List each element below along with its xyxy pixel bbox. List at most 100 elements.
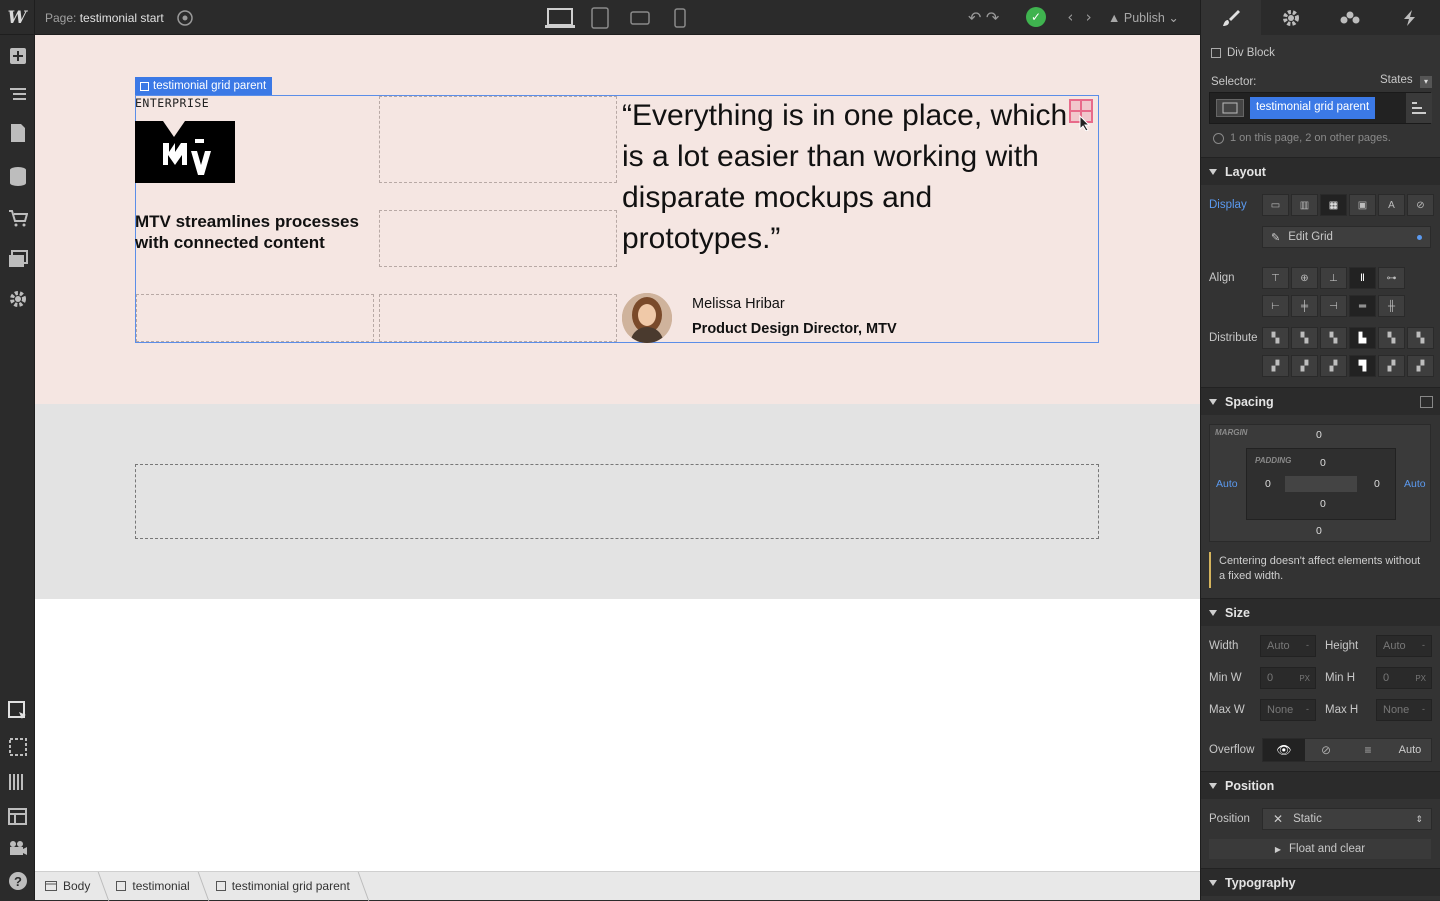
margin-right[interactable]: Auto xyxy=(1404,478,1426,490)
breadcrumb-body[interactable]: Body xyxy=(35,872,106,901)
height-unit[interactable]: - xyxy=(1422,640,1425,650)
overflow-visible-icon[interactable]: 👁 xyxy=(1263,739,1305,761)
person-name[interactable]: Melissa Hribar xyxy=(692,296,785,312)
person-avatar[interactable] xyxy=(622,293,672,343)
preview-layout-icon[interactable] xyxy=(6,805,29,828)
assets-icon[interactable] xyxy=(6,247,29,270)
position-section-header[interactable]: Position xyxy=(1201,771,1440,799)
settings-gear-icon[interactable] xyxy=(6,287,29,310)
selector-options-icon[interactable] xyxy=(1406,93,1432,123)
overflow-hidden-icon[interactable]: ⊘ xyxy=(1305,739,1347,761)
maxh-unit[interactable]: - xyxy=(1422,704,1425,714)
display-grid-icon[interactable]: ▦ xyxy=(1320,194,1347,216)
design-canvas[interactable]: testimonial grid parent ENTERPRISE MTV s… xyxy=(35,35,1200,871)
minw-unit[interactable]: PX xyxy=(1299,674,1310,683)
distribute-h-center-icon[interactable]: ▞ xyxy=(1291,355,1318,377)
settings-gear-icon[interactable] xyxy=(1261,0,1321,35)
typography-section-header[interactable]: Typography xyxy=(1201,868,1440,896)
distribute-h-around-icon[interactable]: ▞ xyxy=(1407,355,1434,377)
select-tool-icon[interactable] xyxy=(6,699,29,722)
align-end-icon[interactable]: ⊥ xyxy=(1320,267,1347,289)
pages-icon[interactable] xyxy=(6,121,29,144)
distribute-center-icon[interactable]: ▚ xyxy=(1291,327,1318,349)
empty-container[interactable] xyxy=(135,464,1099,539)
states-dropdown[interactable]: States xyxy=(1380,74,1413,86)
overflow-scroll-icon[interactable]: ≡ xyxy=(1347,739,1389,761)
style-brush-icon[interactable] xyxy=(1201,0,1261,35)
testimonial-quote[interactable]: “Everything is in one place, which is a … xyxy=(622,95,1092,259)
padding-bottom[interactable]: 0 xyxy=(1320,498,1326,510)
ecommerce-icon[interactable] xyxy=(6,206,29,229)
distribute-end-icon[interactable]: ▚ xyxy=(1320,327,1347,349)
edge-select-icon[interactable] xyxy=(6,735,29,758)
margin-top[interactable]: 0 xyxy=(1316,429,1322,441)
selector-class-chip[interactable]: testimonial grid parent xyxy=(1250,97,1376,119)
distribute-around-icon[interactable]: ▚ xyxy=(1407,327,1434,349)
distribute-stretch-icon[interactable]: ▙ xyxy=(1349,327,1376,349)
height-input[interactable]: Auto - xyxy=(1376,635,1432,657)
desktop-breakpoint-icon[interactable] xyxy=(540,0,580,35)
justify-baseline-icon[interactable]: ╫ xyxy=(1378,295,1405,317)
webflow-logo[interactable]: W xyxy=(0,0,35,35)
align-stretch-icon[interactable]: Ⅱ xyxy=(1349,267,1376,289)
maxw-unit[interactable]: - xyxy=(1306,704,1309,714)
justify-center-icon[interactable]: ╪ xyxy=(1291,295,1318,317)
spacing-section-header[interactable]: Spacing xyxy=(1201,387,1440,415)
position-select[interactable]: ✕ Static ⇕ xyxy=(1262,808,1432,830)
undo-redo-icons[interactable]: ↶ ↷ xyxy=(968,8,999,28)
width-unit[interactable]: - xyxy=(1306,640,1309,650)
grid-cell-empty[interactable] xyxy=(379,294,617,342)
display-none-icon[interactable]: ⊘ xyxy=(1407,194,1434,216)
page-selector[interactable]: Page: testimonial start xyxy=(45,11,164,25)
code-export-icon[interactable]: ‹ › xyxy=(1066,8,1093,26)
justify-end-icon[interactable]: ⊣ xyxy=(1320,295,1347,317)
distribute-h-between-icon[interactable]: ▞ xyxy=(1378,355,1405,377)
states-chevron-icon[interactable]: ▾ xyxy=(1420,76,1432,88)
size-section-header[interactable]: Size xyxy=(1201,598,1440,626)
distribute-h-start-icon[interactable]: ▞ xyxy=(1262,355,1289,377)
display-block-icon[interactable]: ▭ xyxy=(1262,194,1289,216)
minh-unit[interactable]: PX xyxy=(1415,674,1426,683)
cms-icon[interactable] xyxy=(6,164,29,187)
breadcrumb-testimonial[interactable]: testimonial xyxy=(106,872,205,901)
display-inline-icon[interactable]: A xyxy=(1378,194,1405,216)
overflow-auto-button[interactable]: Auto xyxy=(1389,739,1431,761)
minw-input[interactable]: 0 PX xyxy=(1260,667,1316,689)
selection-label[interactable]: testimonial grid parent xyxy=(135,77,273,95)
minh-input[interactable]: 0 PX xyxy=(1376,667,1432,689)
grid-cell-empty[interactable] xyxy=(379,210,617,267)
padding-right[interactable]: 0 xyxy=(1374,478,1380,490)
distribute-between-icon[interactable]: ▚ xyxy=(1378,327,1405,349)
padding-top[interactable]: 0 xyxy=(1320,457,1326,469)
align-center-icon[interactable]: ⊕ xyxy=(1291,267,1318,289)
distribute-start-icon[interactable]: ▚ xyxy=(1262,327,1289,349)
width-input[interactable]: Auto - xyxy=(1260,635,1316,657)
grid-cell-empty[interactable] xyxy=(136,294,374,342)
align-baseline-icon[interactable]: ⊶ xyxy=(1378,267,1405,289)
xray-icon[interactable] xyxy=(6,770,29,793)
edit-grid-button[interactable]: ✎ Edit Grid xyxy=(1262,226,1431,248)
layout-section-header[interactable]: Layout xyxy=(1201,157,1440,185)
margin-bottom[interactable]: 0 xyxy=(1316,525,1322,537)
mtv-logo[interactable] xyxy=(135,121,235,183)
interactions-bolt-icon[interactable] xyxy=(1380,0,1440,35)
maxw-input[interactable]: None - xyxy=(1260,699,1316,721)
grid-cell-empty[interactable] xyxy=(379,96,617,183)
justify-stretch-icon[interactable]: ═ xyxy=(1349,295,1376,317)
distribute-h-end-icon[interactable]: ▞ xyxy=(1320,355,1347,377)
publish-button[interactable]: ▲ Publish ⌄ xyxy=(1108,10,1179,25)
style-manager-drops-icon[interactable] xyxy=(1321,0,1381,35)
person-title[interactable]: Product Design Director, MTV xyxy=(692,321,897,337)
margin-left[interactable]: Auto xyxy=(1216,478,1238,490)
tablet-breakpoint-icon[interactable] xyxy=(580,0,620,35)
help-icon[interactable]: ? xyxy=(6,869,29,892)
enterprise-label[interactable]: ENTERPRISE xyxy=(135,96,209,110)
navigator-icon[interactable] xyxy=(6,82,29,105)
justify-start-icon[interactable]: ⊢ xyxy=(1262,295,1289,317)
float-and-clear-toggle[interactable]: ▶ Float and clear xyxy=(1209,839,1431,859)
add-element-icon[interactable] xyxy=(6,44,29,67)
video-tutorials-icon[interactable] xyxy=(6,836,29,859)
distribute-h-stretch-icon[interactable]: ▜ xyxy=(1349,355,1376,377)
preview-eye-icon[interactable] xyxy=(176,9,194,27)
testimonial-headline[interactable]: MTV streamlines processes with connected… xyxy=(135,211,375,253)
